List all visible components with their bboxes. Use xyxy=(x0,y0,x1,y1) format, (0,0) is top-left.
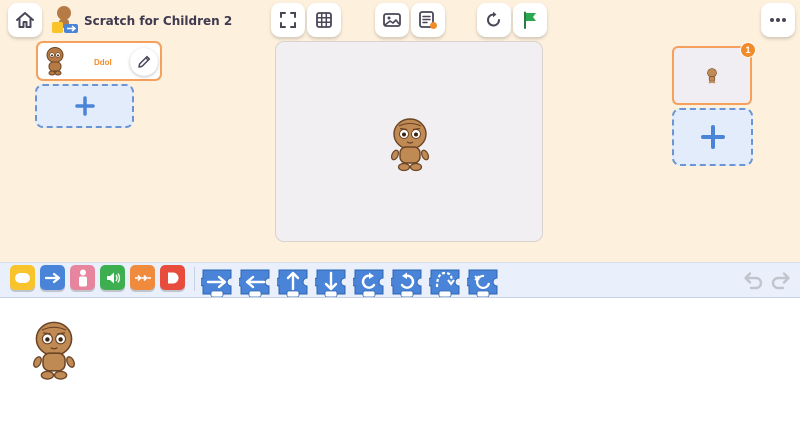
move-left-block-icon xyxy=(236,269,270,298)
info-icon xyxy=(419,11,437,29)
category-control[interactable] xyxy=(130,265,155,290)
block-turn-right[interactable] xyxy=(350,267,385,298)
add-sprite-button[interactable] xyxy=(35,84,134,128)
category-triggering[interactable] xyxy=(10,265,35,290)
script-area-sprite xyxy=(33,321,75,380)
sprite-thumbnail[interactable]: Ddol xyxy=(36,41,162,81)
turn-left-block-icon xyxy=(388,269,422,298)
project-title[interactable]: Scratch for Children 2 xyxy=(84,14,232,28)
block-turn-left[interactable] xyxy=(388,267,423,298)
block-hop[interactable] xyxy=(426,267,461,298)
sprite-character-icon xyxy=(46,47,64,76)
redo-button[interactable] xyxy=(770,269,792,291)
grid-icon xyxy=(316,12,332,28)
palette-divider xyxy=(194,267,195,291)
script-area[interactable] xyxy=(0,298,800,428)
page-number-badge: 1 xyxy=(740,42,756,58)
reset-button[interactable] xyxy=(477,3,511,37)
trigger-category-icon xyxy=(15,272,30,283)
turn-right-block-icon xyxy=(350,269,384,298)
background-image-icon xyxy=(383,13,401,27)
person-icon xyxy=(78,269,87,286)
plus-icon xyxy=(700,125,725,149)
more-options-button[interactable] xyxy=(761,3,795,37)
change-background-button[interactable] xyxy=(375,3,409,37)
stage-sprite[interactable] xyxy=(390,117,430,173)
fullscreen-icon xyxy=(280,12,296,28)
end-icon xyxy=(167,272,178,283)
redo-icon xyxy=(771,272,790,290)
move-up-block-icon xyxy=(274,269,308,298)
plus-icon xyxy=(74,96,95,116)
block-move-left[interactable] xyxy=(236,267,271,298)
block-palette xyxy=(0,262,800,298)
pencil-icon xyxy=(138,55,151,68)
arrow-right-icon xyxy=(44,272,60,283)
reset-icon xyxy=(487,11,500,27)
page-thumbnail[interactable] xyxy=(672,46,752,105)
block-move-up[interactable] xyxy=(274,267,309,298)
category-end[interactable] xyxy=(160,265,185,290)
home-icon xyxy=(16,12,34,28)
speaker-icon xyxy=(106,272,120,283)
go-home-block-icon xyxy=(464,269,498,298)
control-icon xyxy=(134,274,151,281)
project-avatar xyxy=(50,4,80,36)
project-info-button[interactable] xyxy=(411,3,445,37)
block-move-down[interactable] xyxy=(312,267,347,298)
block-move-right[interactable] xyxy=(198,267,233,298)
hop-block-icon xyxy=(426,269,460,298)
move-right-block-icon xyxy=(198,269,232,298)
stage[interactable] xyxy=(275,41,543,242)
undo-button[interactable] xyxy=(742,269,764,291)
edit-sprite-button[interactable] xyxy=(130,48,158,76)
fullscreen-button[interactable] xyxy=(271,3,305,37)
category-sound[interactable] xyxy=(100,265,125,290)
category-looks[interactable] xyxy=(70,265,95,290)
page-thumbnail-sprite xyxy=(707,68,717,84)
green-flag-button[interactable] xyxy=(513,3,547,37)
grid-button[interactable] xyxy=(307,3,341,37)
undo-icon xyxy=(744,272,763,290)
category-motion[interactable] xyxy=(40,265,65,290)
more-icon xyxy=(770,18,786,22)
sprite-name: Ddol xyxy=(94,58,112,67)
add-page-button[interactable] xyxy=(672,108,753,166)
green-flag-icon xyxy=(524,11,536,29)
home-button[interactable] xyxy=(8,3,42,37)
block-go-home[interactable] xyxy=(464,267,499,298)
move-down-block-icon xyxy=(312,269,346,298)
